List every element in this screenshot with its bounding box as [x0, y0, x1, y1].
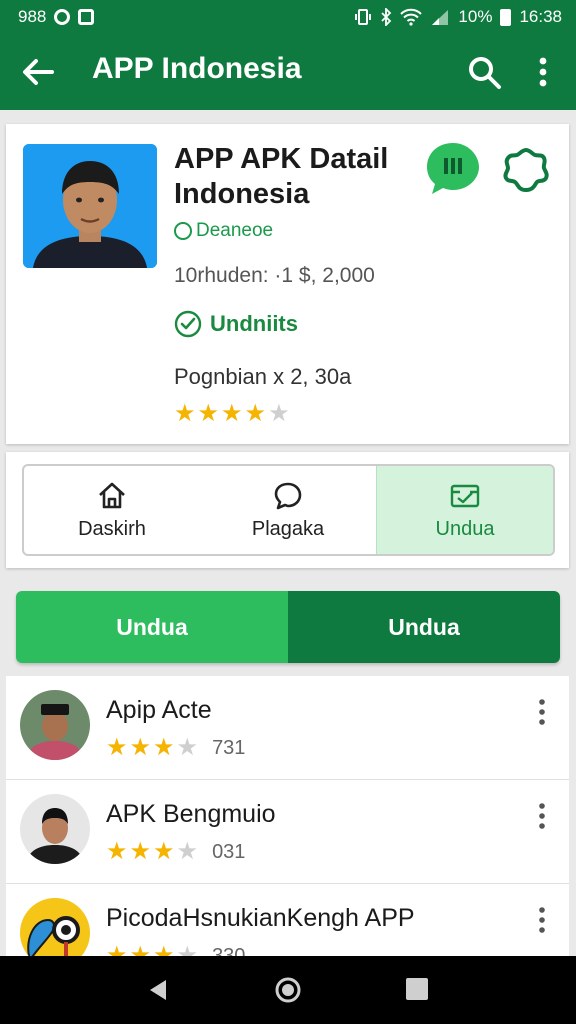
- tab-plagaka[interactable]: Plagaka: [200, 466, 376, 554]
- star-icon: ★: [197, 400, 220, 427]
- status-left-text: 988: [18, 7, 47, 26]
- bluetooth-icon: [381, 8, 392, 26]
- home-icon: [99, 482, 125, 508]
- app-bar: APP Indonesia: [0, 34, 576, 110]
- tab-label: Daskirh: [78, 517, 146, 540]
- person-avatar-icon: [20, 794, 90, 864]
- app-rating: ★ ★ ★ ★ 731: [106, 736, 245, 760]
- app-detail-card: APP APK Datail Indonesia Deaneoe 10rhude…: [6, 124, 569, 444]
- more-vert-icon[interactable]: [534, 802, 550, 830]
- star-icon: ★: [106, 734, 128, 761]
- chat-icon[interactable]: [424, 140, 482, 196]
- system-nav-bar: [0, 956, 576, 1024]
- download-button-primary[interactable]: Undua: [16, 591, 288, 663]
- nav-home-icon[interactable]: [274, 976, 302, 1004]
- wifi-icon: [400, 8, 423, 26]
- app-rating: ★ ★ ★ ★ 330: [106, 942, 246, 957]
- star-icon: ★: [176, 838, 199, 865]
- rating-stars: ★ ★ ★ ★ ★: [174, 402, 290, 426]
- star-icon: ★: [221, 400, 243, 427]
- list-item[interactable]: APK Bengmuio ★ ★ ★ ★ 031: [6, 780, 569, 884]
- star-icon: ★: [268, 400, 290, 427]
- verified-status: Undniits: [174, 310, 298, 338]
- location-icon: [54, 9, 71, 25]
- battery-percent: 10%: [458, 7, 493, 26]
- star-icon: ★: [244, 400, 267, 427]
- person-portrait-icon: [23, 144, 157, 268]
- notification-icon: [78, 9, 95, 25]
- section-tabs-card: Daskirh Plagaka Undua: [6, 452, 569, 568]
- star-icon: ★: [129, 838, 152, 865]
- download-buttons: Undua Undua: [16, 591, 560, 663]
- app-avatar: [20, 690, 90, 760]
- app-name: Apip Acte: [106, 696, 212, 724]
- developer-icon: [174, 222, 192, 240]
- app-name: APK Bengmuio: [106, 800, 276, 828]
- badge-outline-icon[interactable]: [502, 146, 550, 194]
- download-button-secondary[interactable]: Undua: [288, 591, 560, 663]
- star-icon: ★: [153, 942, 175, 957]
- review-count: 031: [212, 840, 246, 863]
- download-tray-icon: [450, 484, 480, 507]
- nav-back-icon[interactable]: [146, 978, 170, 1002]
- star-icon: ★: [106, 838, 128, 865]
- download-count: Pognbian x 2, 30a: [174, 364, 352, 389]
- vibrate-icon: [355, 9, 372, 25]
- more-vert-icon[interactable]: [534, 698, 550, 726]
- nav-recents-icon[interactable]: [406, 978, 428, 1000]
- tab-label: Undua: [435, 517, 495, 540]
- app-rating: ★ ★ ★ ★ 031: [106, 840, 245, 864]
- developer-label: Deaneoe: [196, 220, 274, 241]
- tab-label: Plagaka: [251, 517, 325, 540]
- star-icon: ★: [174, 400, 196, 427]
- review-count: 731: [212, 736, 246, 759]
- app-info: 10rhuden: ·1 $, 2,000: [174, 264, 375, 287]
- star-icon: ★: [176, 942, 199, 957]
- star-icon: ★: [129, 942, 152, 957]
- star-icon: ★: [106, 942, 128, 957]
- app-list: Apip Acte ★ ★ ★ ★ 731 APK Bengmuio ★ ★ ★ ★ 031: [6, 676, 569, 956]
- tab-daskirh[interactable]: Daskirh: [24, 466, 200, 554]
- app-avatar: [23, 144, 157, 268]
- review-count: 330: [212, 944, 246, 957]
- star-icon: ★: [153, 838, 175, 865]
- rating-stars: ★ ★ ★ ★: [106, 736, 198, 760]
- rating-stars: ★ ★ ★ ★: [106, 840, 198, 864]
- back-arrow-icon[interactable]: [18, 52, 58, 92]
- app-avatar: [20, 794, 90, 864]
- app-title: APP APK Datail Indonesia: [174, 143, 389, 210]
- status-bar: 988 10% 16:38: [0, 0, 576, 34]
- signal-icon: [432, 10, 449, 25]
- page-title: APP Indonesia: [92, 52, 302, 85]
- star-icon: ★: [176, 734, 199, 761]
- rating-stars: ★ ★ ★ ★: [106, 942, 199, 957]
- section-tabs: Daskirh Plagaka Undua: [22, 464, 555, 556]
- tab-undua[interactable]: Undua: [376, 466, 553, 554]
- app-name: PicodaHsnukianKengh APP: [106, 904, 415, 932]
- app-avatar: [20, 898, 90, 956]
- check-circle-icon: [174, 310, 202, 338]
- more-vert-icon[interactable]: [534, 906, 550, 934]
- list-item[interactable]: PicodaHsnukianKengh APP ★ ★ ★ ★ 330: [6, 884, 569, 956]
- chat-bubble-icon: [274, 482, 302, 509]
- star-icon: ★: [153, 734, 175, 761]
- search-icon[interactable]: [464, 52, 504, 92]
- battery-icon: [500, 8, 512, 26]
- star-icon: ★: [129, 734, 152, 761]
- app-logo-icon: [20, 898, 90, 956]
- developer-name[interactable]: Deaneoe: [174, 220, 273, 242]
- list-item[interactable]: Apip Acte ★ ★ ★ ★ 731: [6, 676, 569, 780]
- verified-label: Undniits: [210, 311, 298, 336]
- status-time: 16:38: [519, 7, 562, 26]
- person-avatar-icon: [20, 690, 90, 760]
- more-vert-icon[interactable]: [528, 52, 558, 92]
